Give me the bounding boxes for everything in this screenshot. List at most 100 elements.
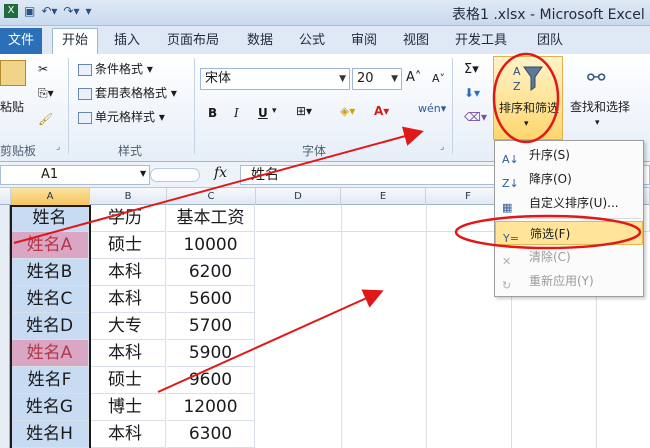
table-cell[interactable]: 博士	[90, 394, 166, 421]
table-cell[interactable]: 12000	[167, 394, 255, 421]
header-cell-education[interactable]: 学历	[90, 205, 166, 232]
underline-dropdown-icon[interactable]: ▾	[272, 106, 277, 116]
table-format-button[interactable]: 套用表格格式 ▾	[78, 84, 177, 101]
row-headers[interactable]	[0, 205, 10, 448]
font-color-icon[interactable]: A▾	[374, 104, 389, 118]
fill-color-icon[interactable]: ◈▾	[340, 104, 355, 118]
quick-access-toolbar: X ▣ ↶▾ ↷▾ ▾	[4, 4, 92, 18]
underline-button[interactable]: U	[258, 106, 268, 120]
chevron-down-icon: ▾	[524, 119, 529, 129]
table-cell[interactable]: 10000	[167, 232, 255, 259]
bold-button[interactable]: B	[208, 106, 217, 120]
excel-icon[interactable]: X	[4, 4, 18, 18]
table-cell[interactable]: 本科	[90, 340, 166, 367]
chevron-down-icon: ▾	[595, 118, 600, 128]
menu-item-reapply: ↻ 重新应用(Y)	[495, 269, 643, 293]
font-name-combo[interactable]: 宋体 ▼	[200, 68, 350, 90]
autosum-icon[interactable]: Σ▾	[464, 62, 479, 77]
menu-item-custom-sort[interactable]: ▦ 自定义排序(U)...	[495, 191, 643, 215]
menu-item-clear: ✕ 清除(C)	[495, 245, 643, 269]
binoculars-icon: ⚯	[587, 66, 606, 91]
sort-filter-menu: A↓ 升序(S) Z↓ 降序(O) ▦ 自定义排序(U)... Y= 筛选(F) ✕ 清除…	[494, 140, 644, 297]
tab-insert[interactable]: 插入	[106, 30, 148, 52]
tab-data[interactable]: 数据	[240, 30, 280, 52]
font-group-label: 字体	[302, 144, 327, 158]
phonetic-icon[interactable]: wén▾	[418, 102, 446, 115]
select-all-corner[interactable]	[0, 188, 11, 205]
conditional-format-button[interactable]: 条件格式 ▾	[78, 60, 153, 77]
save-icon[interactable]: ▣	[24, 4, 35, 18]
cell-style-button[interactable]: 单元格样式 ▾	[78, 108, 165, 125]
table-cell[interactable]: 5900	[167, 340, 255, 367]
table-cell[interactable]: 9600	[167, 367, 255, 394]
table-cell[interactable]: 6300	[167, 421, 255, 448]
tab-formulas[interactable]: 公式	[292, 30, 332, 52]
table-cell[interactable]: 大专	[90, 313, 166, 340]
menu-item-sort-descending[interactable]: Z↓ 降序(O)	[495, 167, 643, 191]
shrink-font-icon[interactable]: A˅	[432, 72, 445, 85]
cut-icon[interactable]: ✂	[38, 62, 48, 76]
conditional-format-icon	[78, 63, 92, 76]
font-dialog-launcher-icon[interactable]: ⌟	[440, 142, 444, 152]
dialog-launcher-icon[interactable]: ⌟	[56, 142, 60, 152]
column-header-d[interactable]: D	[256, 188, 341, 205]
header-cell-salary[interactable]: 基本工资	[167, 205, 255, 232]
ribbon-tabs: 文件 开始 插入 页面布局 数据 公式 审阅 视图 开发工具 团队	[0, 26, 650, 54]
tab-view[interactable]: 视图	[396, 30, 436, 52]
table-cell[interactable]: 本科	[90, 259, 166, 286]
namebox-dropdown-icon[interactable]: ▼	[140, 169, 146, 178]
italic-button[interactable]: I	[234, 106, 239, 120]
customize-icon[interactable]: ▾	[86, 4, 92, 18]
format-painter-icon[interactable]: 🖌	[38, 112, 53, 126]
cell-style-icon	[78, 111, 92, 124]
table-cell[interactable]: 5600	[167, 286, 255, 313]
clear-icon[interactable]: ⌫▾	[464, 110, 487, 124]
tab-review[interactable]: 审阅	[344, 30, 384, 52]
reapply-icon: ↻	[502, 279, 512, 292]
svg-text:Z: Z	[513, 80, 521, 93]
undo-icon[interactable]: ↶▾	[41, 4, 57, 18]
table-format-icon	[78, 87, 92, 100]
svg-text:A: A	[513, 65, 521, 78]
table-cell[interactable]: 硕士	[90, 232, 166, 259]
border-icon[interactable]: ⊞▾	[296, 104, 312, 118]
paste-button[interactable]: 粘贴	[0, 98, 24, 115]
table-cell[interactable]: 本科	[90, 286, 166, 313]
table-cell[interactable]: 5700	[167, 313, 255, 340]
menu-item-sort-ascending[interactable]: A↓ 升序(S)	[495, 143, 643, 167]
table-cell[interactable]: 本科	[90, 421, 166, 448]
title-bar: X ▣ ↶▾ ↷▾ ▾ 表格1 .xlsx - Microsoft Excel	[0, 0, 650, 26]
insert-function-button[interactable]: fx	[214, 165, 227, 181]
window-title: 表格1 .xlsx - Microsoft Excel	[452, 7, 645, 23]
find-select-button[interactable]: ⚯ 查找和选择 ▾	[565, 58, 635, 140]
find-select-label: 查找和选择	[569, 100, 630, 114]
tab-developer[interactable]: 开发工具	[448, 30, 514, 52]
sort-filter-label: 排序和筛选	[498, 101, 559, 115]
table-cell[interactable]: 6200	[167, 259, 255, 286]
tab-page-layout[interactable]: 页面布局	[160, 30, 226, 52]
name-box[interactable]: A1	[0, 165, 150, 185]
redo-icon[interactable]: ↷▾	[63, 4, 79, 18]
sort-filter-icon: A Z	[512, 63, 544, 93]
tab-team[interactable]: 团队	[530, 30, 570, 52]
column-header-b[interactable]: B	[90, 188, 167, 205]
table-cell[interactable]: 硕士	[90, 367, 166, 394]
clipboard-icon	[0, 60, 26, 86]
tab-home[interactable]: 开始	[52, 28, 98, 54]
chevron-down-icon: ▼	[391, 74, 398, 84]
copy-icon[interactable]: ⎘▾	[38, 86, 54, 101]
menu-item-filter[interactable]: Y= 筛选(F)	[495, 221, 643, 245]
styles-group-label: 样式	[118, 144, 143, 158]
formula-controls	[150, 168, 200, 182]
fill-icon[interactable]: ⬇▾	[464, 86, 480, 100]
column-header-a[interactable]: A	[11, 188, 90, 205]
tab-file[interactable]: 文件	[0, 28, 42, 54]
clipboard-group-label: 剪贴板	[0, 144, 37, 158]
grow-font-icon[interactable]: A˄	[406, 70, 421, 85]
column-header-c[interactable]: C	[167, 188, 256, 205]
sort-filter-button[interactable]: A Z 排序和筛选 ▾	[493, 56, 563, 140]
custom-sort-icon: ▦	[502, 201, 513, 214]
font-size-combo[interactable]: 20 ▼	[352, 68, 402, 90]
selection-border	[10, 205, 91, 448]
column-header-e[interactable]: E	[341, 188, 426, 205]
